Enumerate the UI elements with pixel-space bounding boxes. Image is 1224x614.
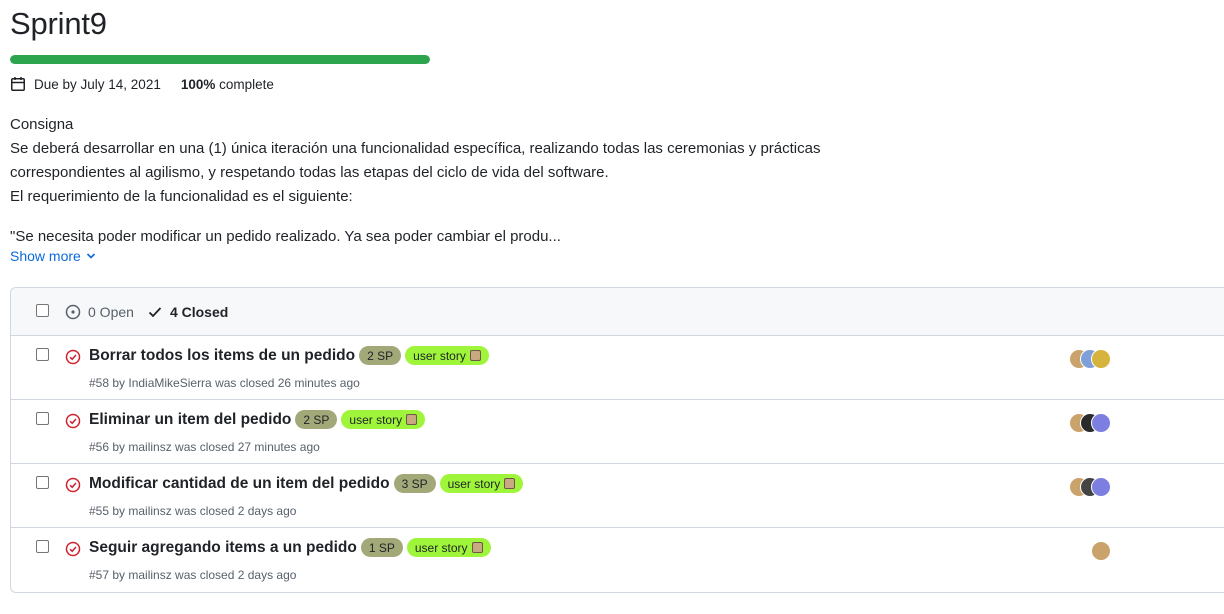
assignee-avatars bbox=[1069, 413, 1111, 433]
show-more-link[interactable]: Show more bbox=[10, 248, 96, 264]
progress-bar bbox=[10, 55, 430, 64]
assignee-avatars bbox=[1091, 541, 1111, 561]
issue-checkbox[interactable] bbox=[36, 540, 49, 553]
issue-checkbox[interactable] bbox=[36, 412, 49, 425]
book-icon bbox=[406, 414, 418, 425]
milestone-title: Sprint9 bbox=[10, 6, 107, 41]
user-story-label-text: user story bbox=[349, 412, 403, 427]
user-story-label-text: user story bbox=[414, 540, 468, 555]
issue-title[interactable]: Seguir agregando items a un pedido bbox=[89, 539, 357, 557]
check-icon bbox=[148, 306, 162, 317]
open-count: 0 Open bbox=[88, 303, 134, 320]
description-paragraph: Se deberá desarrollar en una (1) única i… bbox=[10, 140, 821, 181]
issue-meta: #56 by mailinsz was closed 27 minutes ag… bbox=[89, 440, 320, 454]
user-story-label[interactable]: user story bbox=[405, 346, 489, 365]
completion-suffix: complete bbox=[215, 76, 274, 92]
avatar[interactable] bbox=[1091, 349, 1111, 369]
open-filter[interactable]: 0 Open bbox=[65, 304, 134, 320]
issue-title-line: Modificar cantidad de un item del pedido… bbox=[89, 474, 524, 493]
issue-open-icon bbox=[65, 304, 81, 319]
issue-meta: #58 by IndiaMikeSierra was closed 26 min… bbox=[89, 376, 360, 390]
book-icon bbox=[471, 542, 483, 553]
calendar-icon bbox=[11, 77, 25, 91]
issue-meta: #57 by mailinsz was closed 2 days ago bbox=[89, 568, 297, 582]
issues-list-header: 0 Open 4 Closed bbox=[11, 288, 1224, 336]
issue-rows: Borrar todos los items de un pedido 2 SP… bbox=[11, 336, 1224, 591]
assignee-avatars bbox=[1069, 349, 1111, 369]
completion-value: 100% bbox=[180, 76, 216, 92]
story-points-label[interactable]: 1 SP bbox=[360, 538, 403, 557]
issue-checkbox[interactable] bbox=[36, 476, 49, 489]
user-story-label[interactable]: user story bbox=[406, 538, 491, 557]
issue-closed-icon bbox=[65, 541, 81, 557]
closed-count: 4 Closed bbox=[169, 303, 229, 320]
story-points-label[interactable]: 2 SP bbox=[359, 346, 402, 365]
chevron-down-icon bbox=[86, 253, 95, 259]
issue-title-line: Eliminar un item del pedido 2 SP user st… bbox=[89, 410, 426, 429]
issue-closed-icon bbox=[65, 349, 81, 365]
progress-bar-fill bbox=[10, 55, 430, 64]
select-all-checkbox[interactable] bbox=[36, 304, 49, 317]
issue-title[interactable]: Modificar cantidad de un item del pedido bbox=[89, 475, 390, 493]
issue-meta: #55 by mailinsz was closed 2 days ago bbox=[89, 504, 297, 518]
description-heading: Consigna bbox=[10, 116, 74, 133]
issue-title-line: Borrar todos los items de un pedido 2 SP… bbox=[89, 346, 489, 365]
issue-title[interactable]: Borrar todos los items de un pedido bbox=[89, 347, 355, 365]
closed-filter[interactable]: 4 Closed bbox=[148, 304, 228, 320]
book-icon bbox=[504, 478, 516, 489]
description-quote: "Se necesita poder modificar un pedido r… bbox=[10, 228, 561, 245]
milestone-meta: Due by July 14, 2021 100% complete bbox=[10, 76, 274, 92]
issue-row[interactable]: Modificar cantidad de un item del pedido… bbox=[11, 464, 1224, 528]
issues-list: 0 Open 4 Closed Borrar todos los items d… bbox=[10, 287, 1224, 593]
issue-title-line: Seguir agregando items a un pedido 1 SP … bbox=[89, 538, 491, 557]
description-requirement: El requerimiento de la funcionalidad es … bbox=[10, 188, 353, 205]
issue-title[interactable]: Eliminar un item del pedido bbox=[89, 411, 291, 429]
issue-row[interactable]: Eliminar un item del pedido 2 SP user st… bbox=[11, 400, 1224, 464]
avatar[interactable] bbox=[1091, 413, 1111, 433]
issue-closed-icon bbox=[65, 477, 81, 493]
issue-closed-icon bbox=[65, 413, 81, 429]
book-icon bbox=[469, 350, 481, 361]
story-points-label[interactable]: 3 SP bbox=[393, 474, 436, 493]
show-more-label: Show more bbox=[10, 248, 81, 264]
issue-checkbox[interactable] bbox=[36, 348, 49, 361]
avatar[interactable] bbox=[1091, 477, 1111, 497]
user-story-label-text: user story bbox=[447, 476, 501, 491]
completion-text: 100% complete bbox=[181, 77, 274, 92]
story-points-label[interactable]: 2 SP bbox=[295, 410, 338, 429]
issue-row[interactable]: Borrar todos los items de un pedido 2 SP… bbox=[11, 336, 1224, 400]
milestone-description: Consigna Se deberá desarrollar en una (1… bbox=[10, 113, 910, 249]
user-story-label[interactable]: user story bbox=[341, 410, 426, 429]
assignee-avatars bbox=[1069, 477, 1111, 497]
user-story-label-text: user story bbox=[413, 348, 466, 363]
issue-row[interactable]: Seguir agregando items a un pedido 1 SP … bbox=[11, 528, 1224, 591]
avatar[interactable] bbox=[1091, 541, 1111, 561]
due-date: Due by July 14, 2021 bbox=[34, 76, 161, 92]
user-story-label[interactable]: user story bbox=[439, 474, 524, 493]
state-filter: 0 Open 4 Closed bbox=[65, 304, 228, 320]
